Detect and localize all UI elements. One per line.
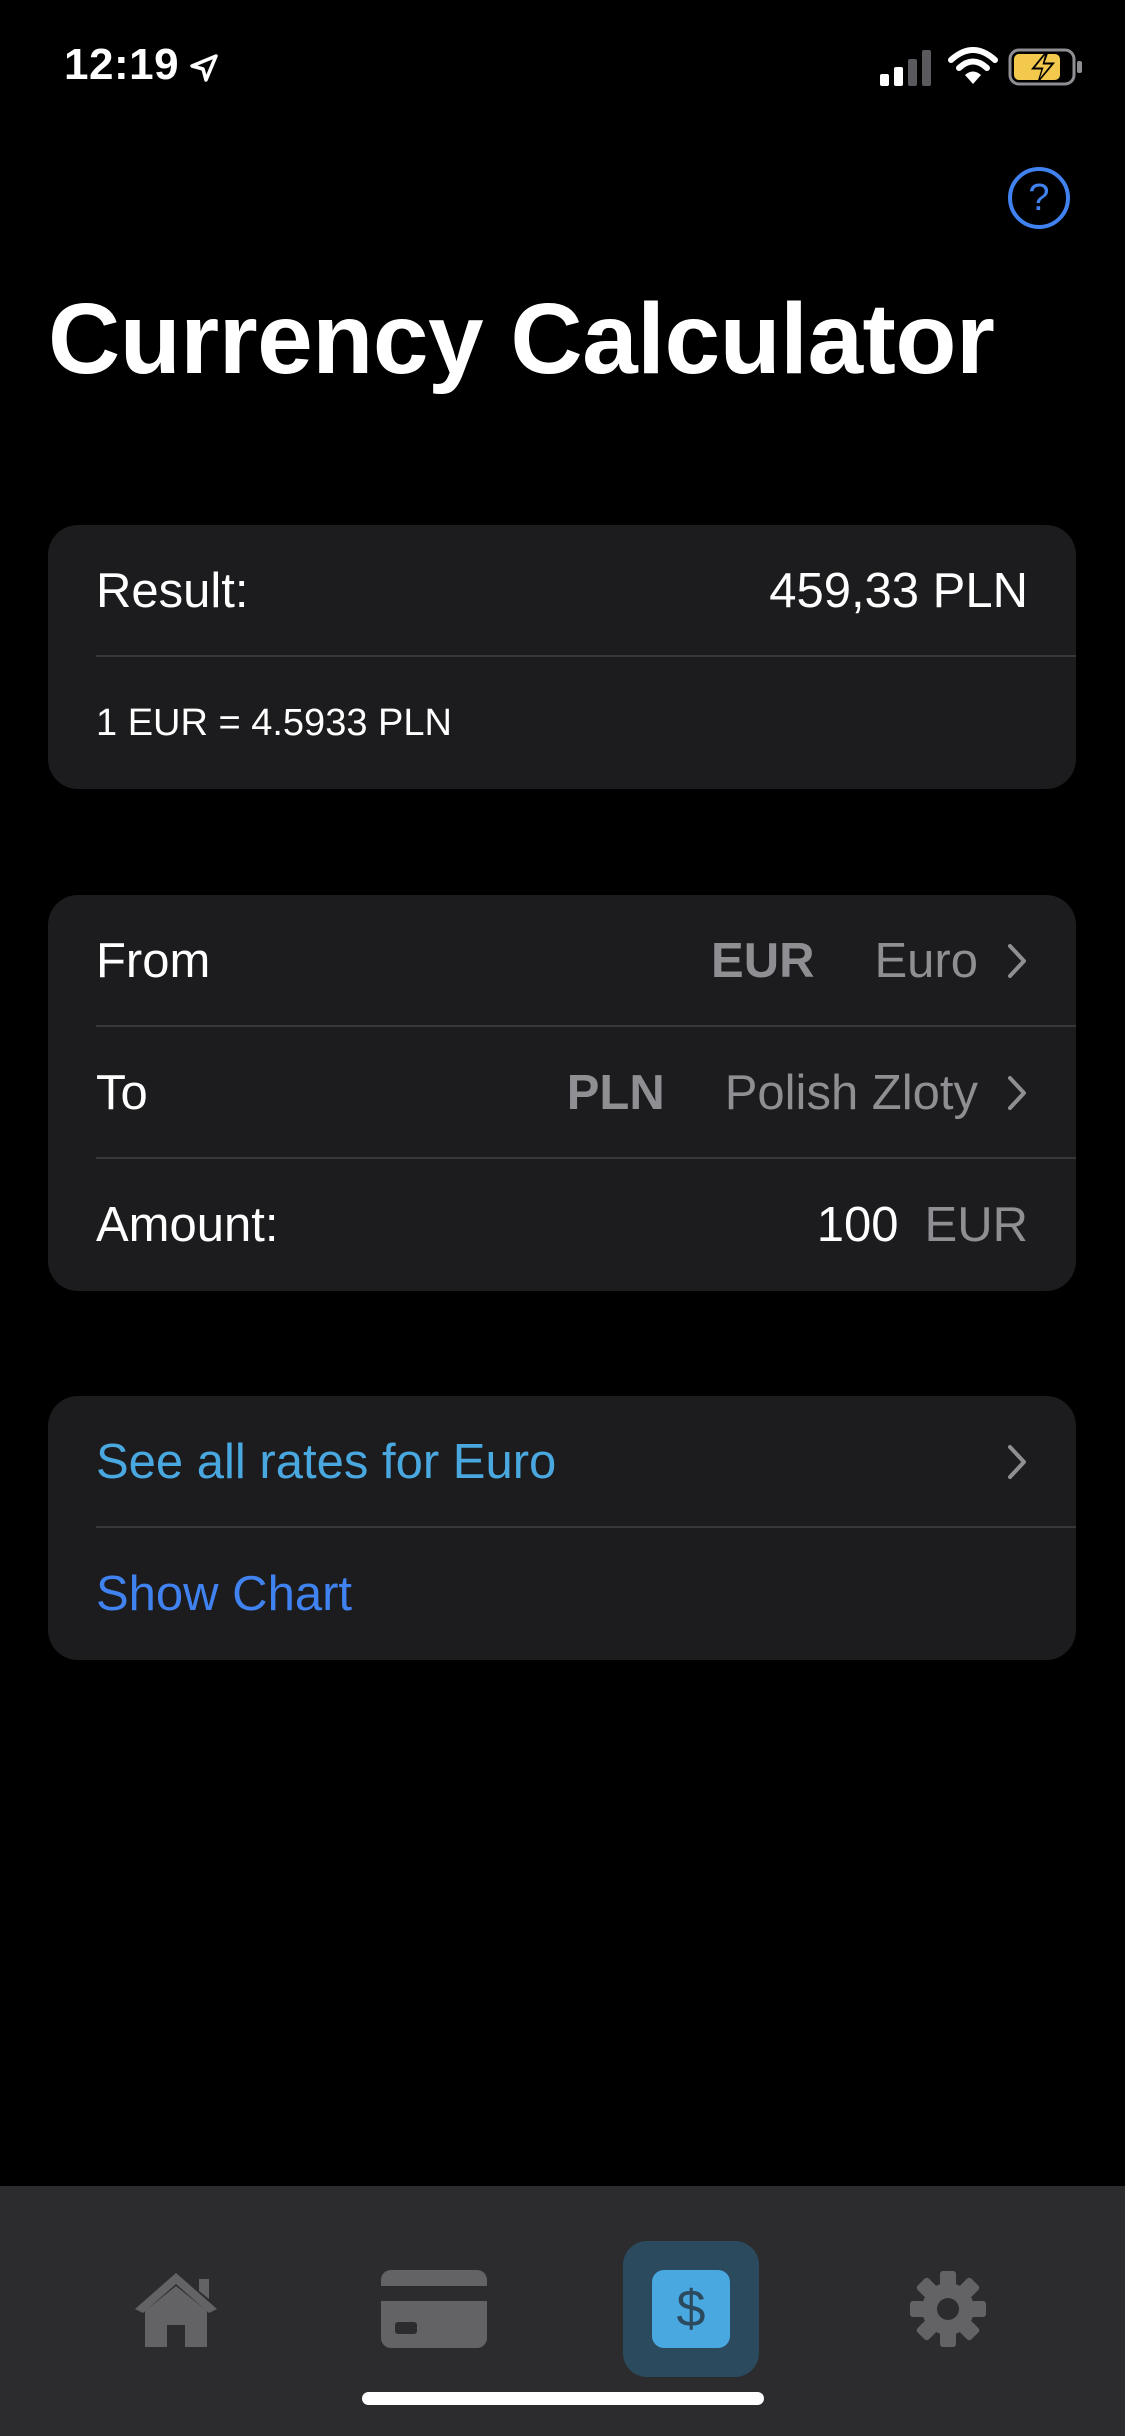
from-currency-name: Euro — [874, 934, 978, 988]
gear-icon — [910, 2271, 986, 2347]
svg-text:$: $ — [677, 2280, 706, 2338]
result-label: Result: — [96, 564, 249, 618]
amount-label: Amount: — [96, 1198, 279, 1252]
exchange-rate-text: 1 EUR = 4.5933 PLN — [96, 701, 452, 744]
see-all-rates-link[interactable]: See all rates for Euro — [96, 1434, 978, 1490]
chevron-right-icon — [1008, 1445, 1026, 1479]
home-icon — [135, 2273, 217, 2347]
amount-input[interactable]: 100 — [817, 1197, 899, 1253]
tab-currency[interactable]: $ — [623, 2241, 759, 2377]
result-row: Result: 459,33 PLN — [48, 525, 1076, 657]
tab-settings[interactable] — [880, 2241, 1016, 2377]
dollar-icon: $ — [652, 2270, 730, 2348]
conversion-card: From EUR Euro To PLN Polish Zloty Amount… — [48, 895, 1076, 1291]
amount-row[interactable]: Amount: 100 EUR — [48, 1159, 1076, 1291]
show-chart-row[interactable]: Show Chart — [48, 1528, 1076, 1660]
screen: 12:19 ? Currency Calculator Result: 459,… — [0, 0, 1125, 2436]
tab-cards[interactable] — [366, 2241, 502, 2377]
battery-charging-icon — [1008, 48, 1082, 86]
chevron-right-icon — [1008, 1076, 1026, 1110]
show-chart-button[interactable]: Show Chart — [96, 1566, 1028, 1622]
from-label: From — [96, 934, 211, 988]
status-bar: 12:19 — [0, 0, 1125, 130]
from-currency-code: EUR — [711, 934, 815, 988]
help-button[interactable]: ? — [1008, 167, 1070, 229]
to-currency-code: PLN — [566, 1066, 665, 1120]
chevron-right-icon — [1008, 944, 1026, 978]
home-indicator[interactable] — [362, 2392, 764, 2405]
rate-row: 1 EUR = 4.5933 PLN — [48, 657, 1076, 789]
result-value: 459,33 PLN — [769, 564, 1028, 618]
to-currency-name: Polish Zloty — [724, 1066, 978, 1120]
amount-currency: EUR — [924, 1198, 1028, 1252]
tab-home[interactable] — [108, 2241, 244, 2377]
wifi-icon — [948, 47, 998, 84]
to-currency-row[interactable]: To PLN Polish Zloty — [48, 1027, 1076, 1159]
credit-card-icon — [381, 2270, 487, 2348]
status-time: 12:19 — [64, 40, 180, 89]
result-card: Result: 459,33 PLN 1 EUR = 4.5933 PLN — [48, 525, 1076, 789]
from-currency-row[interactable]: From EUR Euro — [48, 895, 1076, 1027]
links-card: See all rates for Euro Show Chart — [48, 1396, 1076, 1660]
location-arrow-icon — [190, 54, 218, 82]
page-title: Currency Calculator — [48, 283, 995, 395]
to-label: To — [96, 1066, 148, 1120]
cellular-signal-icon — [880, 50, 931, 86]
see-all-rates-row[interactable]: See all rates for Euro — [48, 1396, 1076, 1528]
